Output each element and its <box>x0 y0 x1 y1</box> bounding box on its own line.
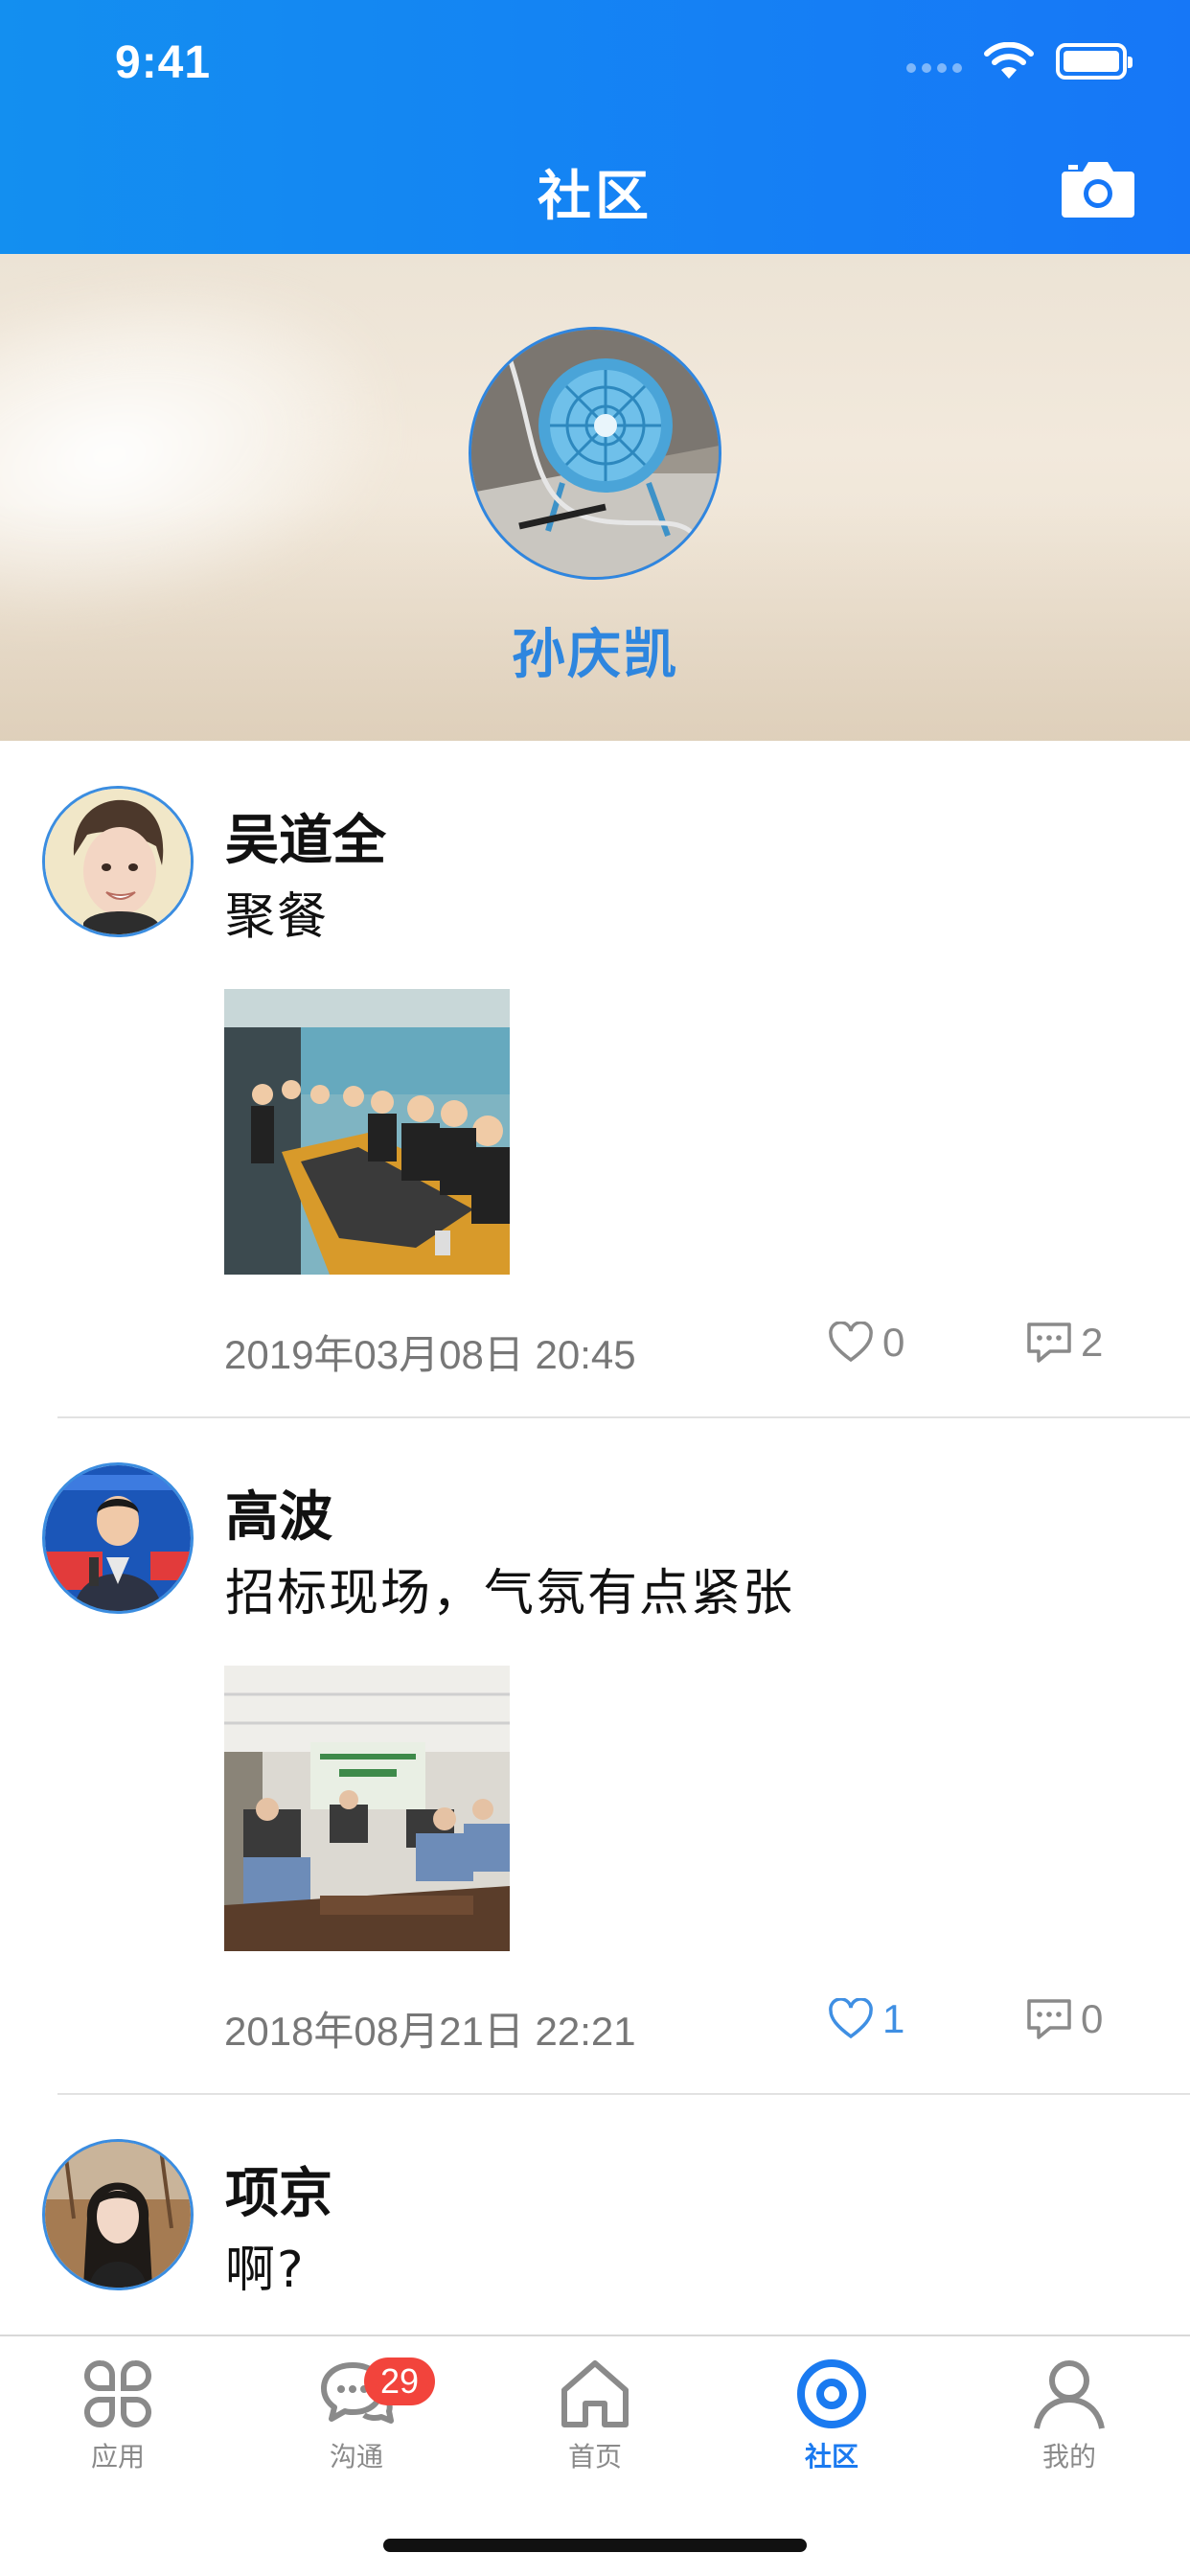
like-button[interactable]: 1 <box>827 1996 904 2042</box>
wifi-icon <box>984 42 1034 79</box>
heart-icon <box>829 1998 873 2039</box>
home-indicator[interactable] <box>383 2539 807 2552</box>
post-avatar[interactable] <box>42 2139 194 2290</box>
profile-icon <box>1034 2360 1105 2429</box>
comment-button[interactable]: 0 <box>1025 1996 1103 2042</box>
tab-profile[interactable]: 我的 <box>993 2356 1146 2474</box>
tab-label: 首页 <box>567 2441 622 2472</box>
status-time: 9:41 <box>115 37 212 88</box>
tab-label: 沟通 <box>329 2441 383 2472</box>
tab-label: 我的 <box>1041 2441 1096 2472</box>
status-icons <box>906 42 1133 80</box>
page-title: 社区 <box>538 166 652 228</box>
tab-community[interactable]: 社区 <box>755 2356 908 2474</box>
post-time: 2019年03月08日 20:45 <box>224 1332 636 1377</box>
fan-photo <box>471 330 719 577</box>
post-avatar[interactable] <box>42 786 194 937</box>
post-text: 聚餐 <box>225 888 330 946</box>
like-count: 0 <box>882 1320 905 1365</box>
unread-badge: 29 <box>364 2358 435 2405</box>
post-text: 招标现场，气氛有点紧张 <box>225 1565 795 1622</box>
comment-icon <box>1027 1999 1071 2039</box>
heart-icon <box>829 1322 873 1363</box>
like-count: 1 <box>882 1996 905 2041</box>
tab-apps[interactable]: 应用 <box>41 2356 195 2474</box>
tab-chat[interactable]: 29 沟通 <box>280 2356 435 2474</box>
camera-button[interactable] <box>1060 158 1136 219</box>
tab-label: 应用 <box>90 2441 145 2472</box>
post-text: 啊? <box>225 2242 306 2299</box>
community-icon <box>797 2359 866 2428</box>
camera-icon <box>1062 162 1134 218</box>
post-author[interactable]: 高波 <box>225 1474 332 1552</box>
comment-button[interactable]: 2 <box>1025 1320 1103 1366</box>
divider <box>57 2093 1190 2095</box>
home-icon <box>561 2360 629 2427</box>
comment-icon <box>1027 1322 1071 1363</box>
divider <box>57 1416 1190 1418</box>
app-header: 9:41 社区 <box>0 0 1190 254</box>
apps-icon <box>84 2359 151 2428</box>
post-image[interactable] <box>224 1666 510 1951</box>
post-author[interactable]: 吴道全 <box>225 797 386 875</box>
my-avatar[interactable] <box>469 327 721 580</box>
like-button[interactable]: 0 <box>827 1320 904 1366</box>
post-time: 2018年08月21日 22:21 <box>224 2009 636 2054</box>
signal-icon <box>906 63 962 73</box>
comment-count: 2 <box>1081 1320 1104 1365</box>
post-avatar[interactable] <box>42 1462 194 1614</box>
tab-home[interactable]: 首页 <box>518 2356 672 2474</box>
post-image[interactable] <box>224 989 510 1275</box>
battery-icon <box>1056 43 1133 80</box>
comment-count: 0 <box>1081 1996 1104 2041</box>
my-name[interactable]: 孙庆凯 <box>0 611 1190 689</box>
tab-label: 社区 <box>804 2441 858 2472</box>
post-author[interactable]: 项京 <box>225 2150 332 2228</box>
